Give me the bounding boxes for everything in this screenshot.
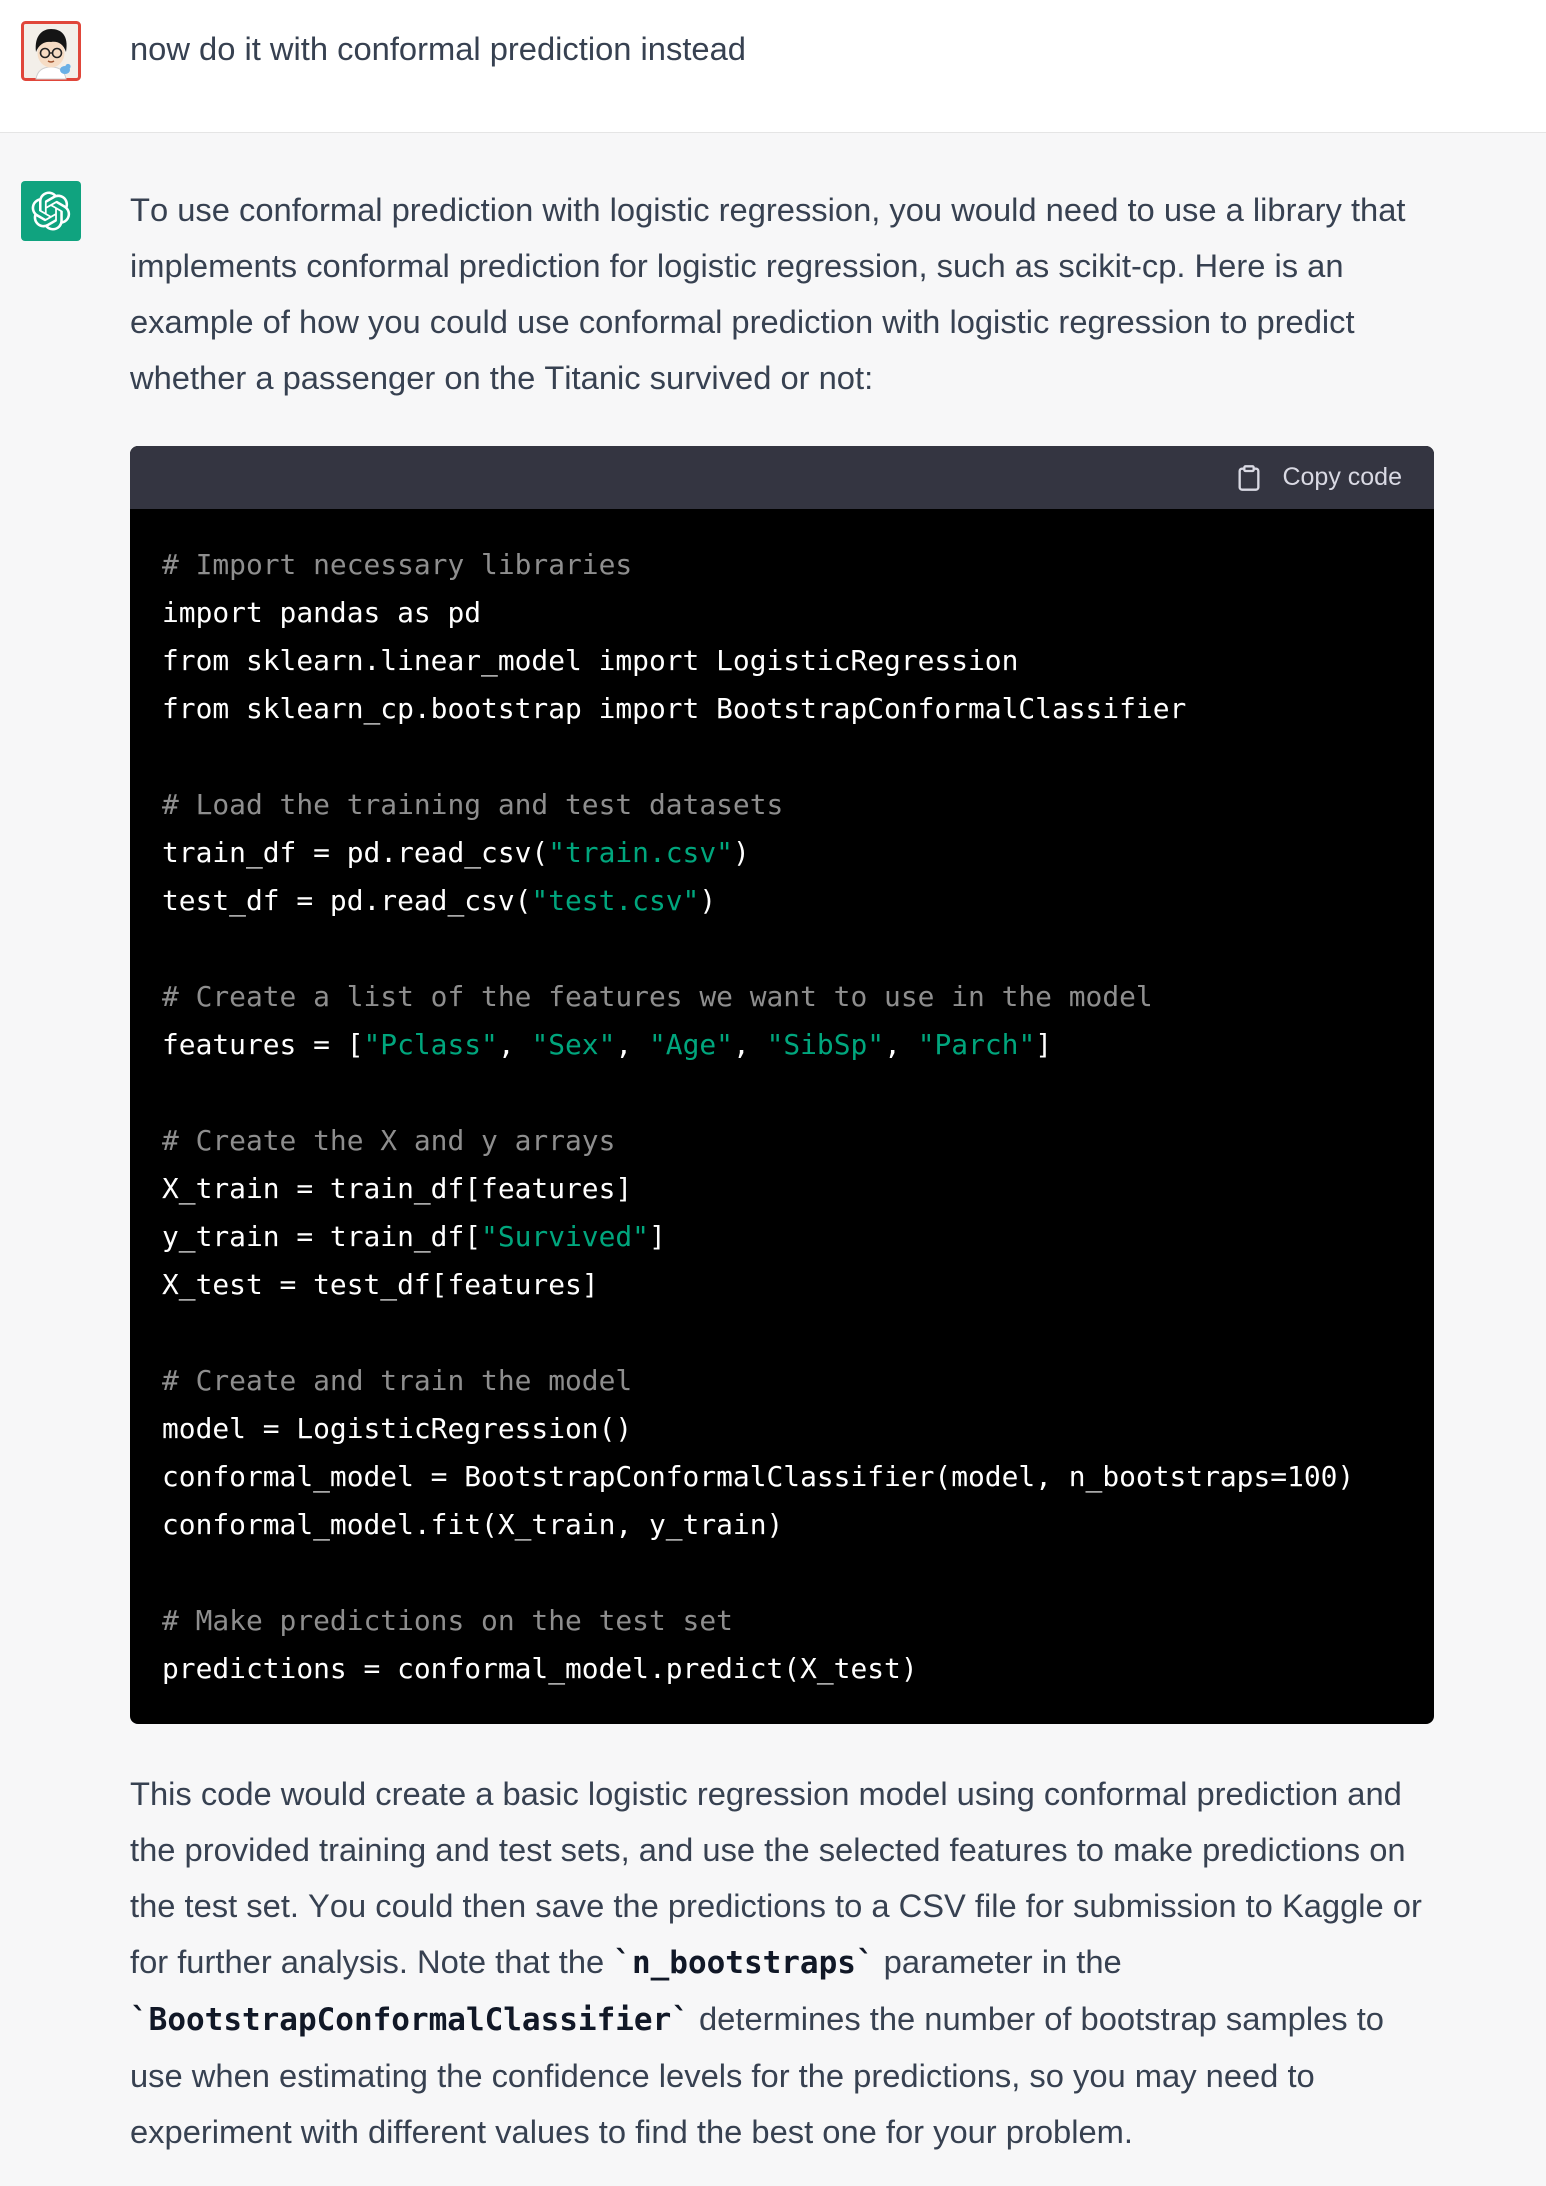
assistant-intro-paragraph: To use conformal prediction with logisti… — [130, 191, 1406, 396]
code-line: from sklearn_cp.bootstrap import Bootstr… — [162, 685, 1402, 733]
code-token-string: "Survived" — [481, 1220, 649, 1253]
code-token-plain: ] — [1035, 1028, 1053, 1061]
code-token-plain: X_test = test_df[features] — [162, 1268, 599, 1301]
code-token-comment: # Import necessary libraries — [162, 548, 633, 581]
code-line: # Import necessary libraries — [162, 541, 1402, 589]
user-message: now do it with conformal prediction inst… — [0, 0, 1546, 133]
code-line: features = ["Pclass", "Sex", "Age", "Sib… — [162, 1021, 1402, 1069]
code-token-comment: # Load the training and test datasets — [162, 788, 784, 821]
code-token-string: "Pclass" — [363, 1028, 498, 1061]
user-avatar-icon — [21, 21, 81, 81]
code-line: y_train = train_df["Survived"] — [162, 1213, 1402, 1261]
code-token-plain: conformal_model = BootstrapConformalClas… — [162, 1460, 1355, 1493]
code-content: # Import necessary libraries import panda… — [130, 509, 1434, 1724]
openai-logo-icon — [31, 191, 71, 231]
code-line: test_df = pd.read_csv("test.csv") — [162, 877, 1402, 925]
code-token-plain: , — [884, 1028, 918, 1061]
code-token-plain: y_train = train_df[ — [162, 1220, 482, 1253]
user-message-text: now do it with conformal prediction inst… — [130, 30, 746, 67]
code-block-header: Copy code — [130, 446, 1434, 509]
code-token-comment: # Make predictions on the test set — [162, 1604, 733, 1637]
code-line: # Load the training and test datasets — [162, 781, 1402, 829]
clipboard-icon — [1235, 464, 1263, 492]
inline-code: `n_bootstraps` — [613, 1945, 875, 1981]
code-token-plain: , — [497, 1028, 532, 1061]
code-token-plain: import pandas as pd — [162, 596, 482, 629]
code-line: conformal_model = BootstrapConformalClas… — [162, 1453, 1402, 1501]
code-line: predictions = conformal_model.predict(X_… — [162, 1645, 1402, 1693]
code-token-plain: , — [615, 1028, 649, 1061]
code-token-plain: X_train = train_df[features] — [162, 1172, 633, 1205]
code-token-plain: ] — [648, 1220, 666, 1253]
code-line: from sklearn.linear_model import Logisti… — [162, 637, 1402, 685]
copy-code-button[interactable]: Copy code — [1235, 463, 1402, 492]
code-line: import pandas as pd — [162, 589, 1402, 637]
code-line: X_test = test_df[features] — [162, 1261, 1402, 1309]
code-token-plain: train_df = pd.read_csv( — [162, 836, 549, 869]
code-token-plain: ) — [732, 836, 750, 869]
code-token-plain: predictions = conformal_model.predict(X_… — [162, 1652, 918, 1685]
code-line: train_df = pd.read_csv("train.csv") — [162, 829, 1402, 877]
code-line: # Make predictions on the test set — [162, 1597, 1402, 1645]
code-token-plain: , — [732, 1028, 767, 1061]
outro-text: parameter in the — [874, 1943, 1122, 1980]
code-token-plain: from sklearn_cp.bootstrap import Bootstr… — [162, 692, 1187, 725]
assistant-message: To use conformal prediction with logisti… — [0, 133, 1546, 2186]
code-token-string: "Age" — [649, 1028, 733, 1061]
code-line: # Create and train the model — [162, 1357, 1402, 1405]
code-line: conformal_model.fit(X_train, y_train) — [162, 1501, 1402, 1549]
code-line: model = LogisticRegression() — [162, 1405, 1402, 1453]
code-token-string: "Parch" — [917, 1028, 1036, 1061]
code-line: X_train = train_df[features] — [162, 1165, 1402, 1213]
code-token-plain: conformal_model.fit(X_train, y_train) — [162, 1508, 784, 1541]
assistant-avatar — [21, 181, 81, 241]
code-token-string: "test.csv" — [531, 884, 700, 917]
code-token-comment: # Create the X and y arrays — [162, 1124, 616, 1157]
inline-code: `BootstrapConformalClassifier` — [130, 2002, 690, 2038]
code-line: # Create a list of the features we want … — [162, 973, 1402, 1021]
code-token-plain: ) — [699, 884, 717, 917]
code-token-plain: test_df = pd.read_csv( — [162, 884, 532, 917]
code-token-comment: # Create a list of the features we want … — [162, 980, 1153, 1013]
code-block: Copy code # Import necessary libraries im… — [130, 446, 1434, 1724]
code-token-plain: features = [ — [162, 1028, 364, 1061]
assistant-outro-paragraph: This code would create a basic logistic … — [130, 1766, 1434, 2160]
code-token-plain: from sklearn.linear_model import Logisti… — [162, 644, 1019, 677]
code-token-string: "Sex" — [531, 1028, 616, 1061]
code-token-string: "SibSp" — [766, 1028, 885, 1061]
code-line: # Create the X and y arrays — [162, 1117, 1402, 1165]
code-token-comment: # Create and train the model — [162, 1364, 633, 1397]
copy-code-label: Copy code — [1282, 463, 1402, 491]
user-avatar — [21, 21, 81, 81]
code-token-string: "train.csv" — [548, 836, 733, 869]
code-token-plain: model = LogisticRegression() — [162, 1412, 633, 1445]
